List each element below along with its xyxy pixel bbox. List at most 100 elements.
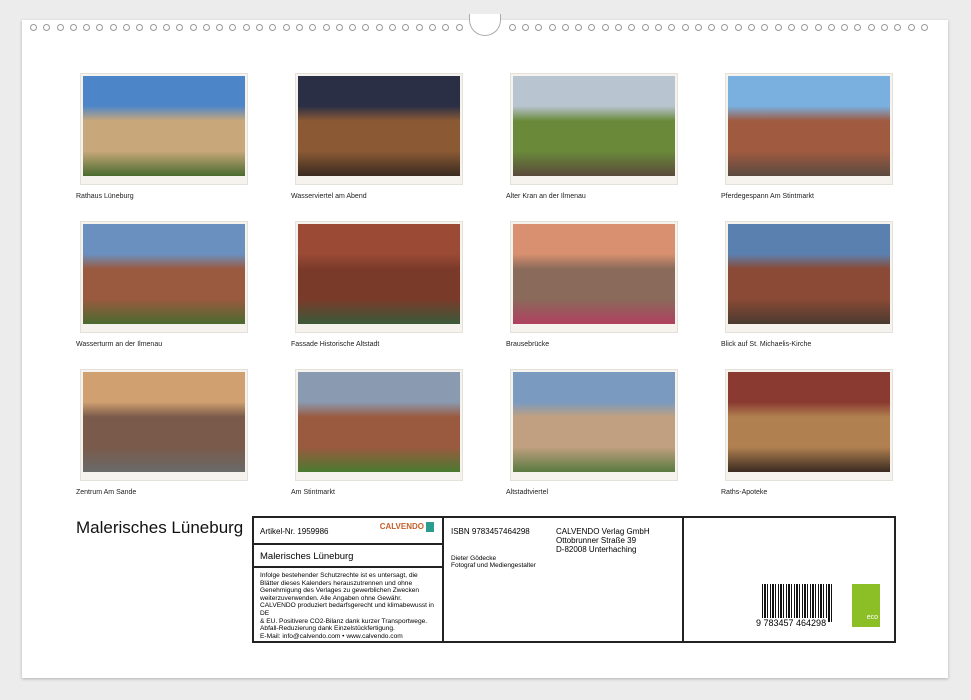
ring-hole [881,24,888,31]
ring-hole [708,24,715,31]
month-photo [80,369,248,481]
ring-hole [682,24,689,31]
ring-hole [376,24,383,31]
photo-caption: Altstadtviertel [506,489,548,496]
ring-hole [522,24,529,31]
publisher-line: CALVENDO Verlag GmbH [556,527,650,536]
ring-hole [30,24,37,31]
ring-hole [921,24,928,31]
legal-line: weiterzuverwenden. Alle Angaben ohne Gew… [260,595,436,603]
ring-hole [642,24,649,31]
legal-text: Infolge bestehender Schutzrechte ist es … [254,568,442,644]
calvendo-logo: CALVENDO [380,522,434,532]
ring-hole [509,24,516,31]
ring-hole [203,24,210,31]
month-photo [510,221,678,333]
photo-image [513,372,675,472]
ring-hole [588,24,595,31]
calendar-title: Malerisches Lüneburg [76,518,243,538]
info-box: Artikel-Nr. 1959986 CALVENDO Malerisches … [252,516,896,643]
legal-line: Infolge bestehender Schutzrechte ist es … [260,572,436,580]
author-name: Dieter Gödecke [451,555,496,562]
ring-hole [136,24,143,31]
month-photo [80,221,248,333]
photo-image [513,224,675,324]
ring-hole [788,24,795,31]
product-column: Artikel-Nr. 1959986 CALVENDO Malerisches … [254,518,444,641]
photo-caption: Fassade Historische Altstadt [291,341,379,348]
ring-hole [801,24,808,31]
photo-image [298,224,460,324]
ring-hole [336,24,343,31]
ring-hole [442,24,449,31]
ring-hole [57,24,64,31]
photo-image [728,76,890,176]
ring-hole [229,24,236,31]
author-role: Fotograf und Mediengestalter [451,562,536,569]
publisher-column: ISBN 9783457464298 CALVENDO Verlag GmbHO… [444,518,684,641]
month-photo [295,221,463,333]
ring-hole [615,24,622,31]
ring-hole [256,24,263,31]
ring-hole [854,24,861,31]
legal-line: Abfall-Reduzierung dank Einzelstückferti… [260,625,436,633]
barcode-number: 9 783457 464298 [754,618,828,628]
photo-image [83,76,245,176]
ring-hole [416,24,423,31]
ring-hole [775,24,782,31]
ring-hole [735,24,742,31]
ring-hole [456,24,463,31]
ring-hole [655,24,662,31]
photo-image [83,224,245,324]
ring-hole [828,24,835,31]
month-photo [725,73,893,185]
ring-hole [190,24,197,31]
ring-hole [894,24,901,31]
month-photo [725,369,893,481]
ring-hole [429,24,436,31]
month-photo [295,73,463,185]
legal-line: E-Mail: info@calvendo.com • www.calvendo… [260,633,436,641]
ring-hole [562,24,569,31]
ring-hole [402,24,409,31]
photo-caption: Pferdegespann Am Stintmarkt [721,193,814,200]
month-photo [725,221,893,333]
photo-caption: Blick auf St. Michaelis-Kirche [721,341,811,348]
publisher-line: D-82008 Unterhaching [556,545,650,554]
ring-hole [70,24,77,31]
photo-caption: Wasserturm an der Ilmenau [76,341,162,348]
ring-hole [695,24,702,31]
ring-hole [163,24,170,31]
month-photo [510,73,678,185]
ring-hole [815,24,822,31]
photo-image [728,372,890,472]
photo-image [513,76,675,176]
legal-line: & EU. Positivere CO2-Bilanz dank kurzer … [260,618,436,626]
barcode [762,584,834,622]
photo-image [83,372,245,472]
photo-caption: Alter Kran an der Ilmenau [506,193,586,200]
ring-hole [43,24,50,31]
eco-leaf-icon: eco [852,584,880,627]
legal-line: CALVENDO produziert bedarfsgerecht und k… [260,602,436,617]
ring-hole [83,24,90,31]
ring-hole [535,24,542,31]
ring-hole [868,24,875,31]
isbn: ISBN 9783457464298 [451,527,530,536]
month-photo [295,369,463,481]
ring-hole [296,24,303,31]
photo-caption: Rathaus Lüneburg [76,193,134,200]
product-title: Malerisches Lüneburg [254,545,442,568]
photo-caption: Zentrum Am Sande [76,489,136,496]
publisher-address: CALVENDO Verlag GmbHOttobrunner Straße 3… [556,527,650,554]
legal-line: Blätter dieses Kalenders herauszutrennen… [260,580,436,588]
logo-text: CALVENDO [380,522,424,531]
logo-icon [426,522,434,532]
ring-hole [362,24,369,31]
ring-hole [150,24,157,31]
photo-caption: Raths-Apoteke [721,489,767,496]
ring-hole [748,24,755,31]
article-number: Artikel-Nr. 1959986 [260,527,328,536]
ring-hole [349,24,356,31]
ring-hole [628,24,635,31]
